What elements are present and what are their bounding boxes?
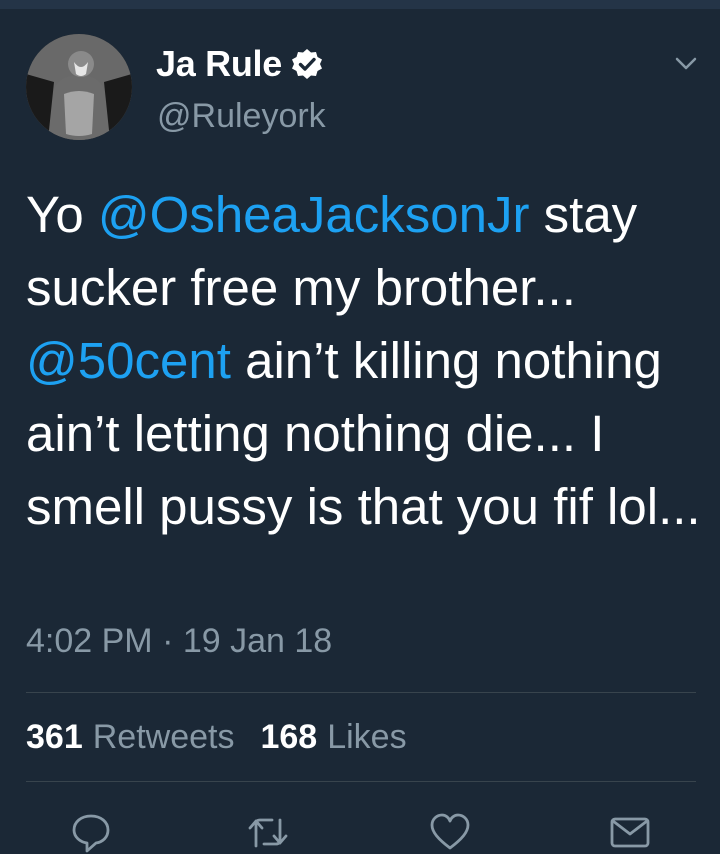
- tweet-timestamp[interactable]: 4:02 PM · 19 Jan 18: [26, 622, 332, 661]
- retweet-label[interactable]: Retweets: [93, 718, 235, 757]
- chevron-down-icon[interactable]: [672, 52, 700, 76]
- verified-badge-icon: [291, 49, 322, 79]
- user-name[interactable]: Ja Rule: [156, 43, 282, 85]
- avatar[interactable]: [26, 34, 132, 140]
- tweet-actions: [0, 800, 720, 853]
- retweet-count[interactable]: 361: [26, 718, 83, 757]
- avatar-image: [26, 34, 132, 140]
- user-name-row: Ja Rule: [156, 42, 324, 86]
- retweet-icon[interactable]: [246, 810, 290, 854]
- like-label[interactable]: Likes: [327, 718, 406, 757]
- mention-link[interactable]: @50cent: [26, 332, 231, 389]
- heart-icon[interactable]: [428, 810, 472, 854]
- user-handle[interactable]: @Ruleyork: [157, 97, 326, 136]
- envelope-icon[interactable]: [608, 810, 652, 854]
- reply-icon[interactable]: [69, 810, 113, 854]
- divider: [26, 692, 696, 693]
- mention-link[interactable]: @OsheaJacksonJr: [98, 186, 530, 243]
- tweet-stats: 361 Retweets 168 Likes: [26, 718, 407, 757]
- divider: [26, 781, 696, 782]
- tweet-text: Yo @OsheaJacksonJr stay sucker free my b…: [26, 178, 706, 543]
- top-bar: [0, 0, 720, 9]
- like-count[interactable]: 168: [260, 718, 317, 757]
- tweet-text-part: Yo: [26, 186, 98, 243]
